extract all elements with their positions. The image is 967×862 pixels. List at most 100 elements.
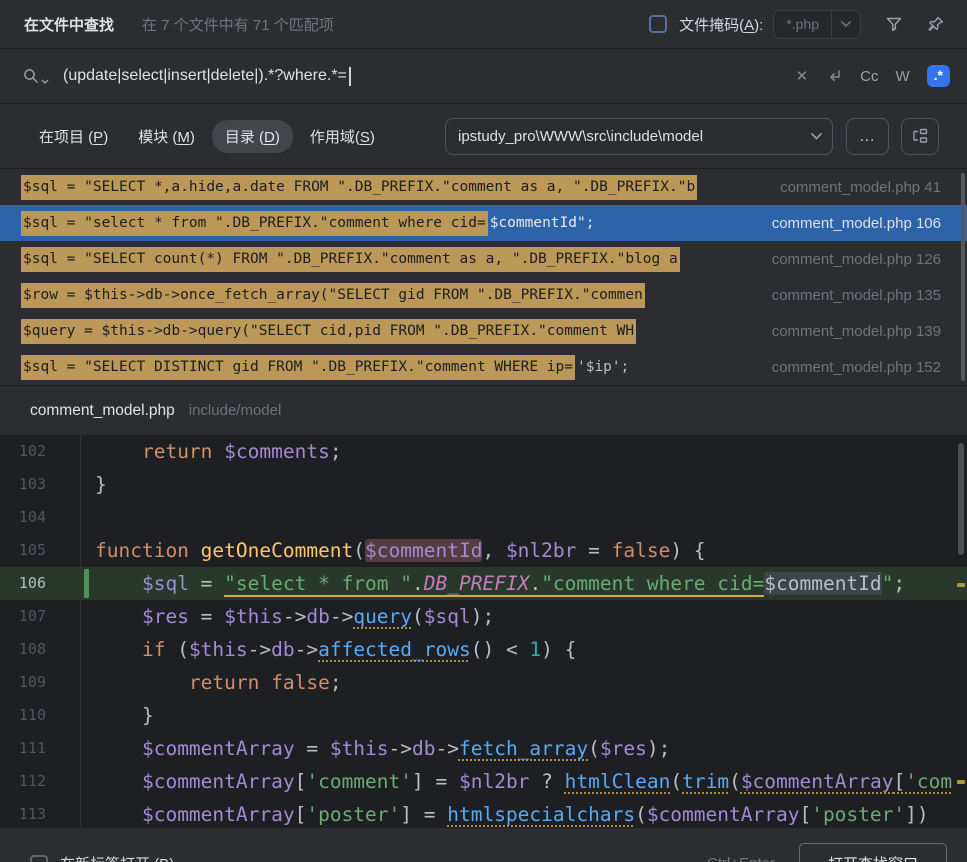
match-rest-text: '$ip'; (576, 359, 630, 375)
code-line[interactable]: 109 return false; (0, 666, 967, 699)
code-text: $commentArray['comment'] = $nl2br ? html… (141, 770, 953, 793)
shortcut-hint: Ctrl+Enter (707, 855, 775, 862)
file-mask-combobox[interactable]: *.php (773, 9, 861, 39)
match-highlight: $row = $this->db->once_fetch_array("SELE… (21, 282, 645, 308)
search-field[interactable]: (update|select|insert|delete|).*?where.*… (0, 48, 967, 104)
code-text: if ($this->db->affected_rows() < 1) { (141, 638, 577, 661)
scope-bar: 在项目 (P) 模块 (M) 目录 (D) 作用域(S) ipstudy_pro\WW… (0, 104, 967, 168)
result-file-location: comment_model.php 41 (780, 178, 941, 196)
directory-path-combobox[interactable]: ipstudy_pro\WWW\src\include\model (445, 117, 833, 155)
scope-tab-S[interactable]: 作用域(S) (297, 120, 388, 153)
code-line[interactable]: 111 $commentArray = $this->db->fetch_arr… (0, 732, 967, 765)
result-row[interactable]: $sql = "SELECT count(*) FROM ".DB_PREFIX… (0, 241, 967, 277)
open-in-new-tab-checkbox[interactable] (30, 854, 48, 862)
scope-tab-M[interactable]: 模块 (M) (125, 120, 208, 153)
preview-file-path: include/model (188, 402, 282, 419)
code-line[interactable]: 108 if ($this->db->affected_rows() < 1) … (0, 633, 967, 666)
result-row[interactable]: $sql = "SELECT DISTINCT gid FROM ".DB_PR… (0, 349, 967, 385)
scope-tab-P[interactable]: 在项目 (P) (26, 120, 121, 153)
match-highlight: $query = $this->db->query("SELECT cid,pi… (21, 318, 637, 344)
code-line[interactable]: 106 $sql = "select * from ".DB_PREFIX."c… (0, 567, 967, 600)
code-text: $res = $this->db->query($sql); (141, 605, 495, 628)
browse-directory-button[interactable]: ... (846, 117, 889, 155)
line-number: 108 (18, 640, 46, 658)
warning-stripe-mark[interactable] (957, 780, 965, 784)
clear-search-icon[interactable]: ✕ (796, 67, 809, 85)
line-number: 104 (18, 508, 46, 526)
result-file-location: comment_model.php 139 (771, 322, 941, 340)
chevron-down-icon[interactable] (831, 10, 860, 38)
newline-icon[interactable] (825, 68, 843, 84)
scope-tabs: 在项目 (P) 模块 (M) 目录 (D) 作用域(S) (26, 119, 388, 153)
match-highlight: $sql = "SELECT DISTINCT gid FROM ".DB_PR… (21, 354, 575, 380)
match-rest-text: $commentId"; (489, 215, 595, 231)
code-text: $commentArray = $this->db->fetch_array($… (141, 737, 671, 760)
line-number: 111 (18, 739, 46, 757)
result-row[interactable]: $sql = "select * from ".DB_PREFIX."comme… (0, 205, 967, 241)
match-highlight: $sql = "SELECT *,a.hide,a.date FROM ".DB… (21, 174, 698, 200)
open-find-window-button[interactable]: 打开查找窗口 (798, 842, 947, 862)
code-line[interactable]: 104 (0, 501, 967, 534)
code-line[interactable]: 105 function getOneComment($commentId, $n… (0, 534, 967, 567)
line-number: 107 (18, 607, 46, 625)
warning-stripe-mark[interactable] (957, 583, 965, 587)
line-number: 106 (18, 574, 46, 592)
result-row[interactable]: $sql = "SELECT *,a.hide,a.date FROM ".DB… (0, 169, 967, 205)
code-preview-editor[interactable]: 102 return $comments; 103} 104 105 function … (0, 435, 967, 827)
results-list: $sql = "SELECT *,a.hide,a.date FROM ".DB… (0, 168, 967, 385)
results-scrollbar[interactable] (961, 173, 965, 381)
line-number: 110 (18, 706, 46, 724)
filter-icon[interactable] (885, 15, 903, 33)
code-text: function getOneComment($commentId, $nl2b… (95, 539, 706, 562)
dialog-header: 在文件中查找 在 7 个文件中有 71 个匹配项 文件掩码(A): *.php (0, 0, 967, 48)
scope-tab-D[interactable]: 目录 (D) (211, 119, 293, 153)
match-case-toggle[interactable]: Cc (860, 68, 878, 85)
code-text: $commentArray['poster'] = htmlspecialcha… (141, 803, 929, 826)
code-text: } (95, 704, 154, 727)
code-line[interactable]: 110 } (0, 699, 967, 732)
line-number: 112 (18, 772, 46, 790)
file-mask-label: 文件掩码(A): (679, 16, 764, 34)
open-in-new-tab-label: 在新标签打开 (B) (60, 853, 174, 862)
code-text: } (95, 473, 107, 496)
line-number: 105 (18, 541, 46, 559)
result-file-location: comment_model.php 106 (771, 214, 941, 232)
line-number: 113 (18, 805, 46, 823)
dialog-title: 在文件中查找 (24, 16, 115, 34)
code-text: return false; (188, 671, 342, 694)
words-toggle[interactable]: W (895, 68, 909, 85)
code-line[interactable]: 102 return $comments; (0, 435, 967, 468)
code-line[interactable]: 112 $commentArray['comment'] = $nl2br ? … (0, 765, 967, 798)
result-row[interactable]: $query = $this->db->query("SELECT cid,pi… (0, 313, 967, 349)
dialog-footer: 在新标签打开 (B) Ctrl+Enter 打开查找窗口 (0, 827, 967, 862)
scope-tree-button[interactable] (901, 117, 939, 155)
match-highlight: $sql = "SELECT count(*) FROM ".DB_PREFIX… (21, 246, 680, 272)
preview-file-name: comment_model.php (30, 401, 175, 419)
code-line[interactable]: 113 $commentArray['poster'] = htmlspecia… (0, 798, 967, 827)
result-file-location: comment_model.php 152 (771, 358, 941, 376)
line-number: 109 (18, 673, 46, 691)
file-mask-checkbox[interactable] (649, 15, 668, 33)
code-text: $sql = "select * from ".DB_PREFIX."comme… (141, 572, 906, 597)
editor-scrollbar[interactable] (958, 443, 964, 555)
preview-file-header: comment_model.php include/model (0, 385, 967, 435)
chevron-down-icon[interactable] (800, 132, 832, 140)
search-history-chevron-icon[interactable] (41, 79, 49, 85)
search-icon[interactable] (22, 67, 40, 85)
pin-icon[interactable] (927, 15, 945, 33)
line-number: 102 (18, 442, 46, 460)
code-line[interactable]: 107 $res = $this->db->query($sql); (0, 600, 967, 633)
result-row[interactable]: $row = $this->db->once_fetch_array("SELE… (0, 277, 967, 313)
result-file-location: comment_model.php 135 (771, 286, 941, 304)
line-number: 103 (18, 475, 46, 493)
directory-path-value: ipstudy_pro\WWW\src\include\model (458, 127, 704, 145)
code-text: return $comments; (141, 440, 342, 463)
result-file-location: comment_model.php 126 (771, 250, 941, 268)
match-highlight: $sql = "select * from ".DB_PREFIX."comme… (21, 210, 488, 236)
code-line[interactable]: 103} (0, 468, 967, 501)
file-mask-value: *.php (786, 16, 819, 32)
results-summary: 在 7 个文件中有 71 个匹配项 (142, 16, 334, 34)
search-input[interactable]: (update|select|insert|delete|).*?where.*… (63, 67, 347, 85)
text-cursor (348, 66, 351, 86)
regex-toggle[interactable]: .* (926, 65, 950, 87)
